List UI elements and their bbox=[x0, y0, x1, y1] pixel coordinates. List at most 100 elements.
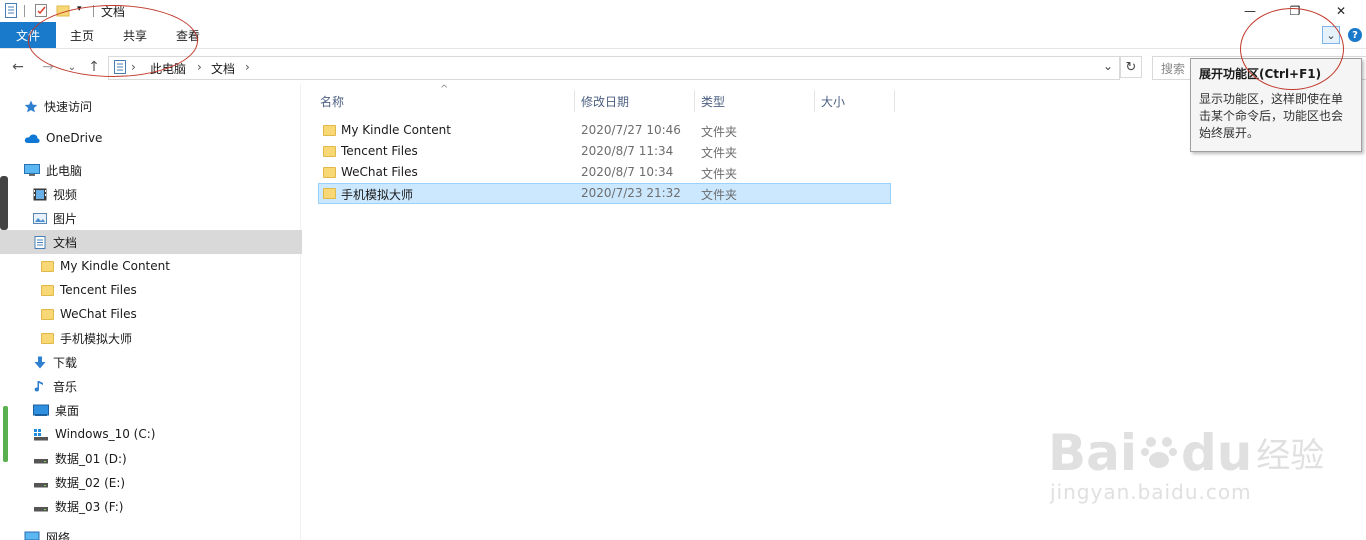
sidebar-item-my-kindle-content[interactable]: My Kindle Content bbox=[0, 254, 340, 278]
sidebar-item-drive-c[interactable]: Windows_10 (C:) bbox=[0, 422, 332, 446]
sidebar-item-this-pc[interactable]: 此电脑 bbox=[0, 158, 323, 182]
folder-icon bbox=[323, 146, 336, 157]
file-name: Tencent Files bbox=[341, 144, 418, 158]
sidebar-item-label: Windows_10 (C:) bbox=[55, 427, 156, 441]
file-name: 手机模拟大师 bbox=[341, 188, 414, 202]
navigation-pane: 快速访问 OneDrive 此电脑 视频 图片 文档 My Kindle Con… bbox=[0, 84, 332, 540]
file-date: 2020/7/23 21:32 bbox=[581, 186, 681, 200]
tooltip-line: 始终展开。 bbox=[1199, 126, 1260, 140]
sidebar-item-label: My Kindle Content bbox=[60, 259, 170, 273]
folder-icon bbox=[41, 284, 54, 296]
sidebar-item-label: 图片 bbox=[53, 211, 78, 226]
sidebar-item-label: 视频 bbox=[53, 187, 78, 202]
sidebar-item-documents[interactable]: 文档 bbox=[0, 230, 332, 254]
sidebar-item-drive-e[interactable]: 数据_02 (E:) bbox=[0, 470, 332, 494]
sidebar-item-videos[interactable]: 视频 bbox=[0, 182, 332, 206]
file-date: 2020/8/7 11:34 bbox=[581, 144, 674, 158]
annotation-circle bbox=[1240, 8, 1344, 90]
system-drive-icon bbox=[34, 428, 48, 440]
toolbar-separator bbox=[24, 5, 25, 17]
column-header-size[interactable]: 大小 bbox=[815, 90, 895, 112]
tooltip-line: 击某个命令后，功能区也会 bbox=[1199, 109, 1344, 123]
watermark-cn: 经验 bbox=[1256, 436, 1325, 476]
file-type: 文件夹 bbox=[701, 188, 738, 202]
sidebar-item-label: 音乐 bbox=[53, 379, 78, 394]
folder-icon bbox=[41, 332, 54, 344]
sidebar-item-desktop[interactable]: 桌面 bbox=[0, 398, 332, 422]
file-date: 2020/8/7 10:34 bbox=[581, 165, 674, 179]
file-date: 2020/7/27 10:46 bbox=[581, 123, 681, 137]
computer-icon bbox=[24, 163, 40, 176]
download-icon bbox=[34, 356, 46, 368]
breadcrumb-separator[interactable]: › bbox=[245, 60, 250, 74]
file-name: WeChat Files bbox=[341, 165, 418, 179]
folder-icon bbox=[41, 260, 54, 272]
sidebar-item-label: 数据_01 (D:) bbox=[55, 451, 127, 466]
tooltip-body: 显示功能区，这样即使在单 击某个命令后，功能区也会 始终展开。 bbox=[1199, 91, 1353, 142]
address-dropdown-icon[interactable]: ⌄ bbox=[1103, 59, 1113, 73]
sidebar-item-label: 文档 bbox=[53, 235, 78, 250]
table-row[interactable]: WeChat Files 2020/8/7 10:34 文件夹 bbox=[318, 162, 891, 183]
sidebar-item-onedrive[interactable]: OneDrive bbox=[0, 126, 323, 150]
drive-icon bbox=[34, 482, 48, 487]
column-header-date[interactable]: 修改日期 bbox=[575, 90, 695, 112]
document-icon bbox=[34, 235, 46, 249]
paw-icon bbox=[1141, 437, 1177, 468]
folder-icon bbox=[323, 125, 336, 136]
column-header-name[interactable]: 名称 bbox=[314, 90, 575, 112]
table-row[interactable]: Tencent Files 2020/8/7 11:34 文件夹 bbox=[318, 141, 891, 162]
sidebar-item-wechat-files[interactable]: WeChat Files bbox=[0, 302, 340, 326]
column-header-type[interactable]: 类型 bbox=[695, 90, 815, 112]
sidebar-item-music[interactable]: 音乐 bbox=[0, 374, 332, 398]
file-name: My Kindle Content bbox=[341, 123, 451, 137]
breadcrumb-documents[interactable]: 文档 bbox=[211, 60, 235, 77]
sidebar-item-label: Tencent Files bbox=[60, 283, 137, 297]
folder-icon bbox=[323, 167, 336, 178]
sidebar-item-label: 快速访问 bbox=[44, 99, 93, 114]
document-icon bbox=[5, 3, 17, 18]
sidebar-item-label: 桌面 bbox=[55, 403, 80, 418]
sidebar-item-label: 此电脑 bbox=[46, 163, 83, 178]
sidebar-item-drive-d[interactable]: 数据_01 (D:) bbox=[0, 446, 332, 470]
watermark-brand-suffix: du bbox=[1181, 424, 1253, 482]
table-row[interactable]: 手机模拟大师 2020/7/23 21:32 文件夹 bbox=[318, 183, 891, 204]
properties-icon[interactable] bbox=[34, 3, 48, 18]
sidebar-item-drive-f[interactable]: 数据_03 (F:) bbox=[0, 494, 332, 518]
sidebar-item-label: OneDrive bbox=[46, 131, 103, 145]
title-bar: ▾ 文档 — ❐ ✕ bbox=[0, 0, 1366, 22]
cloud-icon bbox=[24, 133, 40, 143]
picture-icon bbox=[33, 212, 47, 224]
sidebar-item-label: 数据_03 (F:) bbox=[55, 499, 124, 514]
sidebar-item-quick-access[interactable]: 快速访问 bbox=[0, 94, 323, 118]
annotation-circle bbox=[28, 5, 198, 77]
help-icon[interactable]: ? bbox=[1348, 28, 1362, 42]
breadcrumb-separator[interactable]: › bbox=[197, 60, 202, 74]
sidebar-item-tencent-files[interactable]: Tencent Files bbox=[0, 278, 340, 302]
sidebar-item-pictures[interactable]: 图片 bbox=[0, 206, 332, 230]
navigation-bar: ← → ⌄ ↑ › 此电脑 › 文档 › ⌄ ↻ 搜索 bbox=[0, 52, 1366, 82]
baidu-watermark: Bai du 经验 bbox=[1048, 418, 1324, 478]
music-icon bbox=[34, 380, 43, 391]
desktop-icon bbox=[33, 404, 49, 416]
ribbon-tabs: 文件 主页 共享 查看 ⌄ ? bbox=[0, 22, 1366, 49]
table-row[interactable]: My Kindle Content 2020/7/27 10:46 文件夹 bbox=[318, 120, 891, 141]
folder-icon bbox=[323, 188, 336, 199]
sidebar-item-label: 数据_02 (E:) bbox=[55, 475, 126, 490]
folder-icon bbox=[41, 308, 54, 320]
search-input-placeholder: 搜索 bbox=[1161, 62, 1186, 76]
sidebar-item-label: 网络 bbox=[46, 531, 71, 540]
sidebar-item-network[interactable]: 网络 bbox=[0, 526, 323, 540]
refresh-button[interactable]: ↻ bbox=[1120, 56, 1142, 78]
address-bar[interactable]: › 此电脑 › 文档 › ⌄ bbox=[108, 56, 1120, 80]
file-type: 文件夹 bbox=[701, 167, 738, 181]
star-icon bbox=[24, 100, 38, 112]
sidebar-item-phone-emulator[interactable]: 手机模拟大师 bbox=[0, 326, 340, 350]
sidebar-item-downloads[interactable]: 下载 bbox=[0, 350, 332, 374]
network-icon bbox=[24, 531, 40, 540]
tooltip-line: 显示功能区，这样即使在单 bbox=[1199, 92, 1344, 106]
watermark-brand: Bai bbox=[1048, 424, 1137, 482]
back-button[interactable]: ← bbox=[8, 58, 28, 76]
sidebar-item-label: 下载 bbox=[53, 355, 78, 370]
watermark-url: jingyan.baidu.com bbox=[1050, 480, 1252, 504]
drive-icon bbox=[34, 458, 48, 463]
